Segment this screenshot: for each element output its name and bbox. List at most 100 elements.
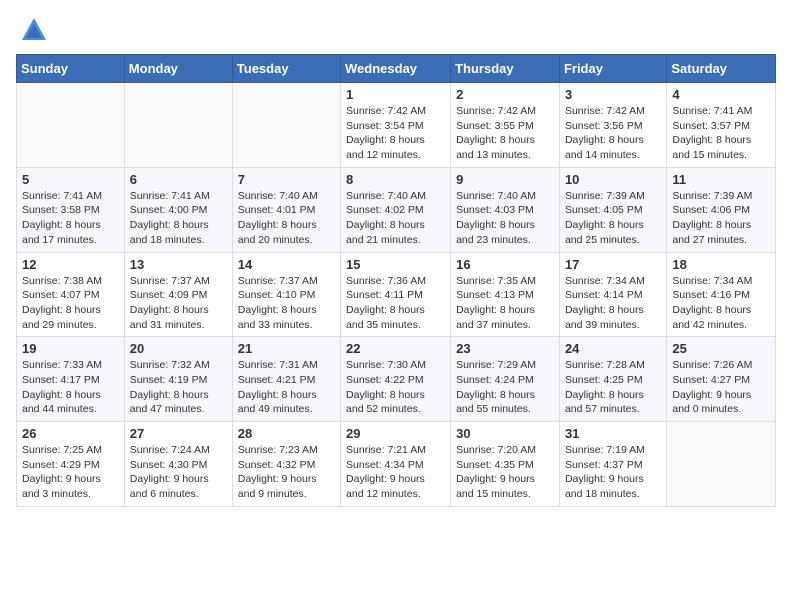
day-number: 1 — [346, 87, 445, 102]
calendar-cell: 11 Sunrise: 7:39 AM Sunset: 4:06 PM Dayli… — [667, 167, 776, 252]
day-info: Sunrise: 7:34 AM Sunset: 4:14 PM Dayligh… — [565, 274, 661, 333]
weekday-header-monday: Monday — [124, 55, 232, 83]
day-info: Sunrise: 7:39 AM Sunset: 4:05 PM Dayligh… — [565, 189, 661, 248]
calendar-cell: 28 Sunrise: 7:23 AM Sunset: 4:32 PM Dayli… — [232, 422, 340, 507]
calendar-cell: 30Sunrise: 7:20 AM Sunset: 4:35 PM Dayli… — [451, 422, 560, 507]
day-info: Sunrise: 7:42 AM Sunset: 3:55 PM Dayligh… — [456, 104, 554, 163]
day-number: 3 — [565, 87, 661, 102]
calendar-cell: 16 Sunrise: 7:35 AM Sunset: 4:13 PM Dayli… — [451, 252, 560, 337]
calendar-cell: 31 Sunrise: 7:19 AM Sunset: 4:37 PM Dayli… — [559, 422, 666, 507]
calendar-cell: 14 Sunrise: 7:37 AM Sunset: 4:10 PM Dayli… — [232, 252, 340, 337]
calendar-week-3: 12 Sunrise: 7:38 AM Sunset: 4:07 PM Dayli… — [17, 252, 776, 337]
day-info: Sunrise: 7:34 AM Sunset: 4:16 PM Dayligh… — [672, 274, 770, 333]
calendar-cell: 20 Sunrise: 7:32 AM Sunset: 4:19 PM Dayli… — [124, 337, 232, 422]
day-info: Sunrise: 7:41 AM Sunset: 3:57 PM Dayligh… — [672, 104, 770, 163]
day-info: Sunrise: 7:40 AM Sunset: 4:02 PM Dayligh… — [346, 189, 445, 248]
calendar-cell: 17 Sunrise: 7:34 AM Sunset: 4:14 PM Dayli… — [559, 252, 666, 337]
day-info: Sunrise: 7:19 AM Sunset: 4:37 PM Dayligh… — [565, 443, 661, 502]
day-number: 26 — [22, 426, 119, 441]
weekday-header-tuesday: Tuesday — [232, 55, 340, 83]
day-info: Sunrise: 7:38 AM Sunset: 4:07 PM Dayligh… — [22, 274, 119, 333]
day-number: 18 — [672, 257, 770, 272]
calendar-cell: 13 Sunrise: 7:37 AM Sunset: 4:09 PM Dayli… — [124, 252, 232, 337]
weekday-header-wednesday: Wednesday — [341, 55, 451, 83]
calendar-cell: 8 Sunrise: 7:40 AM Sunset: 4:02 PM Daylig… — [341, 167, 451, 252]
day-info: Sunrise: 7:23 AM Sunset: 4:32 PM Dayligh… — [238, 443, 335, 502]
day-number: 28 — [238, 426, 335, 441]
day-info: Sunrise: 7:21 AM Sunset: 4:34 PM Dayligh… — [346, 443, 445, 502]
day-number: 13 — [130, 257, 227, 272]
weekday-header-friday: Friday — [559, 55, 666, 83]
day-info: Sunrise: 7:42 AM Sunset: 3:54 PM Dayligh… — [346, 104, 445, 163]
calendar-table: SundayMondayTuesdayWednesdayThursdayFrid… — [16, 54, 776, 507]
day-info: Sunrise: 7:41 AM Sunset: 3:58 PM Dayligh… — [22, 189, 119, 248]
day-number: 5 — [22, 172, 119, 187]
calendar-week-5: 26 Sunrise: 7:25 AM Sunset: 4:29 PM Dayli… — [17, 422, 776, 507]
calendar-cell: 5 Sunrise: 7:41 AM Sunset: 3:58 PM Daylig… — [17, 167, 125, 252]
day-info: Sunrise: 7:31 AM Sunset: 4:21 PM Dayligh… — [238, 358, 335, 417]
calendar-cell: 3 Sunrise: 7:42 AM Sunset: 3:56 PM Daylig… — [559, 83, 666, 168]
day-number: 23 — [456, 341, 554, 356]
day-number: 6 — [130, 172, 227, 187]
calendar-week-1: 1 Sunrise: 7:42 AM Sunset: 3:54 PM Daylig… — [17, 83, 776, 168]
day-info: Sunrise: 7:32 AM Sunset: 4:19 PM Dayligh… — [130, 358, 227, 417]
day-number: 19 — [22, 341, 119, 356]
day-info: Sunrise: 7:30 AM Sunset: 4:22 PM Dayligh… — [346, 358, 445, 417]
logo — [16, 16, 48, 44]
calendar-cell: 27Sunrise: 7:24 AM Sunset: 4:30 PM Dayli… — [124, 422, 232, 507]
calendar-cell: 9 Sunrise: 7:40 AM Sunset: 4:03 PM Daylig… — [451, 167, 560, 252]
day-number: 16 — [456, 257, 554, 272]
day-number: 17 — [565, 257, 661, 272]
day-info: Sunrise: 7:35 AM Sunset: 4:13 PM Dayligh… — [456, 274, 554, 333]
day-number: 8 — [346, 172, 445, 187]
calendar-cell — [667, 422, 776, 507]
day-number: 30 — [456, 426, 554, 441]
calendar-cell: 19 Sunrise: 7:33 AM Sunset: 4:17 PM Dayli… — [17, 337, 125, 422]
day-info: Sunrise: 7:42 AM Sunset: 3:56 PM Dayligh… — [565, 104, 661, 163]
calendar-cell: 15Sunrise: 7:36 AM Sunset: 4:11 PM Dayli… — [341, 252, 451, 337]
calendar-week-4: 19 Sunrise: 7:33 AM Sunset: 4:17 PM Dayli… — [17, 337, 776, 422]
day-info: Sunrise: 7:37 AM Sunset: 4:10 PM Dayligh… — [238, 274, 335, 333]
day-number: 4 — [672, 87, 770, 102]
day-number: 29 — [346, 426, 445, 441]
calendar-cell: 6Sunrise: 7:41 AM Sunset: 4:00 PM Daylig… — [124, 167, 232, 252]
day-info: Sunrise: 7:37 AM Sunset: 4:09 PM Dayligh… — [130, 274, 227, 333]
calendar-cell: 26 Sunrise: 7:25 AM Sunset: 4:29 PM Dayli… — [17, 422, 125, 507]
day-number: 7 — [238, 172, 335, 187]
day-info: Sunrise: 7:40 AM Sunset: 4:01 PM Dayligh… — [238, 189, 335, 248]
day-number: 9 — [456, 172, 554, 187]
page-header — [16, 16, 776, 44]
day-number: 2 — [456, 87, 554, 102]
day-info: Sunrise: 7:28 AM Sunset: 4:25 PM Dayligh… — [565, 358, 661, 417]
day-info: Sunrise: 7:39 AM Sunset: 4:06 PM Dayligh… — [672, 189, 770, 248]
day-number: 31 — [565, 426, 661, 441]
calendar-cell — [232, 83, 340, 168]
weekday-header-sunday: Sunday — [17, 55, 125, 83]
calendar-cell: 29 Sunrise: 7:21 AM Sunset: 4:34 PM Dayli… — [341, 422, 451, 507]
day-number: 21 — [238, 341, 335, 356]
day-number: 24 — [565, 341, 661, 356]
weekday-header-saturday: Saturday — [667, 55, 776, 83]
calendar-cell: 10Sunrise: 7:39 AM Sunset: 4:05 PM Dayli… — [559, 167, 666, 252]
day-info: Sunrise: 7:29 AM Sunset: 4:24 PM Dayligh… — [456, 358, 554, 417]
day-info: Sunrise: 7:26 AM Sunset: 4:27 PM Dayligh… — [672, 358, 770, 417]
calendar-cell: 25Sunrise: 7:26 AM Sunset: 4:27 PM Dayli… — [667, 337, 776, 422]
calendar-cell: 22 Sunrise: 7:30 AM Sunset: 4:22 PM Dayli… — [341, 337, 451, 422]
calendar-cell: 1 Sunrise: 7:42 AM Sunset: 3:54 PM Daylig… — [341, 83, 451, 168]
logo-icon — [20, 16, 48, 44]
day-info: Sunrise: 7:25 AM Sunset: 4:29 PM Dayligh… — [22, 443, 119, 502]
day-number: 22 — [346, 341, 445, 356]
day-number: 15 — [346, 257, 445, 272]
calendar-cell: 24 Sunrise: 7:28 AM Sunset: 4:25 PM Dayli… — [559, 337, 666, 422]
day-info: Sunrise: 7:40 AM Sunset: 4:03 PM Dayligh… — [456, 189, 554, 248]
calendar-cell — [124, 83, 232, 168]
day-number: 20 — [130, 341, 227, 356]
calendar-cell — [17, 83, 125, 168]
weekday-header-thursday: Thursday — [451, 55, 560, 83]
day-info: Sunrise: 7:33 AM Sunset: 4:17 PM Dayligh… — [22, 358, 119, 417]
day-number: 12 — [22, 257, 119, 272]
calendar-cell: 23 Sunrise: 7:29 AM Sunset: 4:24 PM Dayli… — [451, 337, 560, 422]
day-number: 11 — [672, 172, 770, 187]
calendar-week-2: 5 Sunrise: 7:41 AM Sunset: 3:58 PM Daylig… — [17, 167, 776, 252]
day-number: 14 — [238, 257, 335, 272]
